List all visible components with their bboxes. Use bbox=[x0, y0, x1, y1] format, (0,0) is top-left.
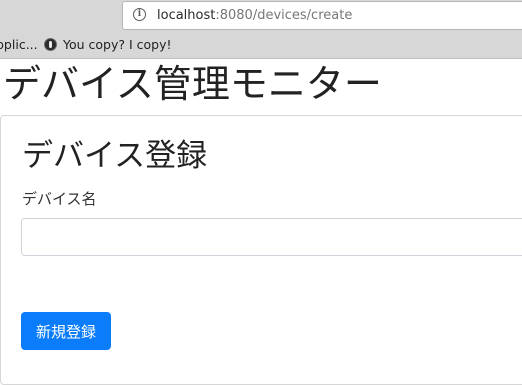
app-title: デバイス管理モニター bbox=[3, 62, 382, 106]
register-button[interactable]: 新規登録 bbox=[21, 312, 111, 350]
address-bar[interactable]: i localhost:8080/devices/create bbox=[122, 1, 522, 30]
url-path: :8080/devices/create bbox=[215, 8, 353, 23]
device-name-label: デバイス名 bbox=[22, 190, 97, 208]
browser-chrome: i localhost:8080/devices/create pplic...… bbox=[0, 0, 522, 59]
form-title: デバイス登録 bbox=[22, 138, 208, 174]
bookmarks-bar: pplic... You copy? I copy! bbox=[0, 34, 522, 56]
device-name-input[interactable] bbox=[21, 218, 522, 256]
url-text[interactable]: localhost:8080/devices/create bbox=[157, 8, 352, 23]
bookmark-item[interactable]: pplic... bbox=[0, 37, 38, 52]
bookmark-item[interactable]: You copy? I copy! bbox=[44, 37, 172, 52]
bookmark-label: You copy? I copy! bbox=[63, 37, 172, 52]
circle-logo-icon bbox=[44, 38, 57, 51]
info-icon[interactable]: i bbox=[133, 8, 146, 21]
url-host: localhost bbox=[157, 8, 216, 23]
